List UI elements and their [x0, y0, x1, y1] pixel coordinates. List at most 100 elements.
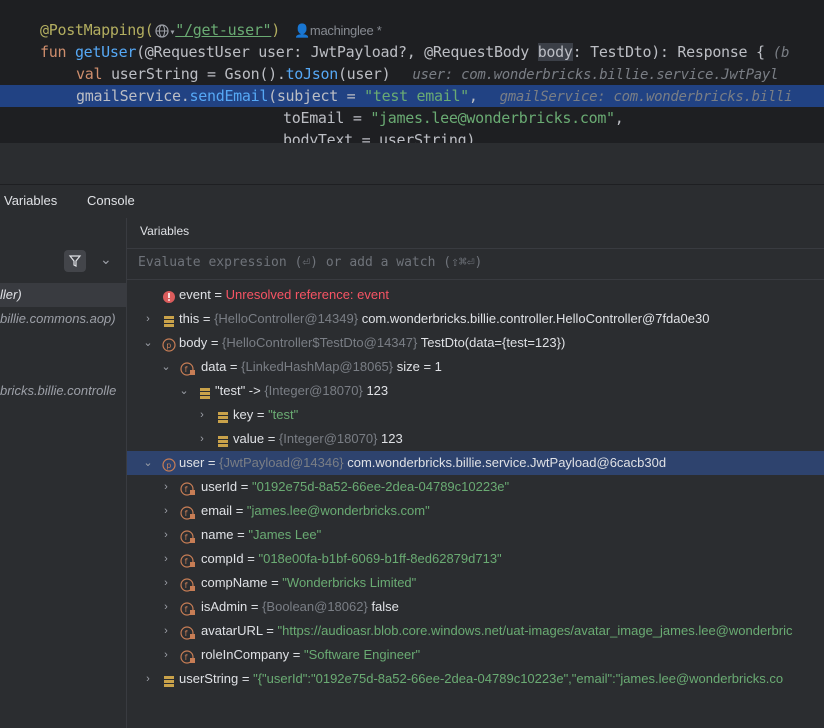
frame-item[interactable]: bricks.billie.controlle: [0, 379, 126, 403]
variables-panel: Variables Evaluate expression (⏎) or add…: [127, 218, 824, 728]
frame-item[interactable]: ller): [0, 283, 126, 307]
variable-value: "Wonderbricks Limited": [282, 575, 417, 590]
variable-row[interactable]: ⌄ f data = {LinkedHashMap@18065} size = 1: [127, 355, 824, 379]
variable-row[interactable]: › f compId = "018e00fa-b1bf-6069-b1ff-8ed6…: [127, 547, 824, 571]
variable-equals: =: [199, 311, 215, 326]
chevron-down-icon[interactable]: ⌄: [142, 331, 154, 355]
error-icon: [162, 288, 176, 303]
variable-row[interactable]: ⌄ p user = {JwtPayload@14346} com.wonderbr…: [127, 451, 824, 475]
variable-reference: {Integer@18070}: [278, 431, 382, 446]
variable-text: userId = "0192e75d-8a52-66ee-2dea-04789c…: [201, 475, 509, 499]
tab-variables[interactable]: Variables: [4, 185, 74, 220]
variable-row[interactable]: › f name = "James Lee": [127, 523, 824, 547]
evaluate-expression-input[interactable]: Evaluate expression (⏎) or add a watch (…: [127, 248, 824, 280]
svg-text:f: f: [185, 653, 188, 662]
variable-reference: {Integer@18070}: [264, 383, 367, 398]
chevron-right-icon[interactable]: ›: [196, 403, 208, 427]
variable-reference: {LinkedHashMap@18065}: [241, 359, 397, 374]
frame-item[interactable]: billie.commons.aop): [0, 307, 126, 331]
variable-row[interactable]: › value = {Integer@18070} 123: [127, 427, 824, 451]
variable-row[interactable]: ⌄ "test" -> {Integer@18070} 123: [127, 379, 824, 403]
chevron-right-icon[interactable]: ›: [142, 667, 154, 691]
chevron-down-icon[interactable]: ⌄: [100, 251, 112, 268]
frame-label: bricks.billie.controlle: [0, 383, 117, 398]
variable-row[interactable]: ⌄ p body = {HelloController$TestDto@14347}…: [127, 331, 824, 355]
keyword-fun: fun: [40, 43, 75, 61]
evaluate-placeholder: Evaluate expression (⏎) or add a watch (…: [138, 255, 483, 270]
variable-text: email = "james.lee@wonderbricks.com": [201, 499, 430, 523]
variable-name: data: [201, 359, 227, 374]
chevron-down-icon[interactable]: ⌄: [142, 451, 154, 475]
field-icon: f: [180, 600, 195, 616]
variable-equals: =: [253, 407, 269, 422]
globe-icon[interactable]: [154, 23, 170, 39]
variable-value: Unresolved reference: event: [225, 287, 389, 302]
code-editor[interactable]: @PostMapping(▾"/get-user") 👤machinglee * …: [0, 0, 824, 143]
chevron-right-icon[interactable]: ›: [142, 307, 154, 331]
variable-name: user: [179, 455, 205, 470]
body-param: body: [537, 43, 573, 61]
variable-text: "test" -> {Integer@18070} 123: [215, 379, 388, 403]
variable-reference: {HelloController$TestDto@14347}: [222, 335, 421, 350]
filter-button[interactable]: [64, 250, 86, 272]
variable-row[interactable]: › f userId = "0192e75d-8a52-66ee-2dea-0478…: [127, 475, 824, 499]
field-icon: f: [180, 576, 195, 592]
variable-value: "{"userId":"0192e75d-8a52-66ee-2dea-0478…: [253, 671, 784, 686]
chevron-right-icon[interactable]: ›: [160, 523, 172, 547]
chevron-right-icon[interactable]: ›: [160, 595, 172, 619]
variable-value: "Software Engineer": [303, 647, 421, 662]
variable-text: isAdmin = {Boolean@18062} false: [201, 595, 399, 619]
chevron-right-icon[interactable]: ›: [160, 499, 172, 523]
variable-name: compName: [201, 575, 268, 590]
mapping-path[interactable]: "/get-user": [175, 21, 271, 39]
variable-row[interactable]: › f avatarURL = "https://audioasr.blob.cor…: [127, 619, 824, 643]
chevron-right-icon[interactable]: ›: [196, 427, 208, 451]
parameter-icon: p: [162, 456, 176, 472]
panel-divider: [0, 143, 824, 184]
svg-text:f: f: [185, 365, 188, 374]
tab-console[interactable]: Console: [87, 185, 135, 218]
svg-text:f: f: [185, 557, 188, 566]
svg-text:p: p: [166, 341, 171, 350]
chevron-right-icon[interactable]: ›: [160, 571, 172, 595]
chevron-down-icon[interactable]: ⌄: [178, 379, 190, 403]
chevron-right-icon[interactable]: ›: [160, 547, 172, 571]
frames-panel: ⌄ ller) billie.commons.aop) bricks.billi…: [0, 218, 127, 728]
variable-row[interactable]: › f compName = "Wonderbricks Limited": [127, 571, 824, 595]
code-text: bodyText = userString): [283, 131, 476, 143]
field-icon: f: [180, 360, 195, 376]
chevron-down-icon[interactable]: ⌄: [160, 355, 172, 379]
variable-equals: =: [262, 623, 278, 638]
variable-value: "018e00fa-b1bf-6069-b1ff-8ed62879d713": [258, 551, 502, 566]
string-literal: "test email": [364, 87, 469, 105]
frame-label: billie.commons.aop): [0, 311, 116, 326]
chevron-right-icon[interactable]: ›: [160, 643, 172, 667]
variable-row[interactable]: › this = {HelloController@14349} com.wond…: [127, 307, 824, 331]
primitive-icon: [198, 384, 212, 399]
variable-text: avatarURL = "https://audioasr.blob.core.…: [201, 619, 792, 643]
variable-equals: =: [289, 647, 304, 662]
inline-hint: user: com.wonderbricks.billie.service.Jw…: [412, 67, 779, 83]
variable-reference: {Boolean@18062}: [262, 599, 372, 614]
frame-label: ller): [0, 287, 22, 302]
variable-reference: {JwtPayload@14346}: [219, 455, 348, 470]
code-line-6: bodyText = userString): [0, 129, 824, 143]
variable-name: key: [233, 407, 254, 422]
chevron-right-icon[interactable]: ›: [160, 619, 172, 643]
code-text: (subject =: [268, 87, 365, 105]
debug-tab-bar: Variables Console: [0, 184, 824, 220]
variable-row[interactable]: event = Unresolved reference: event: [127, 283, 824, 307]
variable-value: "0192e75d-8a52-66ee-2dea-04789c10223e": [251, 479, 510, 494]
variable-row[interactable]: › f roleInCompany = "Software Engineer": [127, 643, 824, 667]
field-icon: f: [180, 624, 195, 640]
variable-row[interactable]: › f isAdmin = {Boolean@18062} false: [127, 595, 824, 619]
variable-equals: =: [210, 287, 226, 302]
svg-text:f: f: [185, 485, 188, 494]
variable-row[interactable]: › userString = "{"userId":"0192e75d-8a52-…: [127, 667, 824, 691]
code-text: (user): [337, 65, 391, 83]
variable-row[interactable]: › key = "test": [127, 403, 824, 427]
filter-icon: [68, 255, 82, 267]
variable-equals: =: [238, 671, 254, 686]
variable-row[interactable]: › f email = "james.lee@wonderbricks.com": [127, 499, 824, 523]
chevron-right-icon[interactable]: ›: [160, 475, 172, 499]
